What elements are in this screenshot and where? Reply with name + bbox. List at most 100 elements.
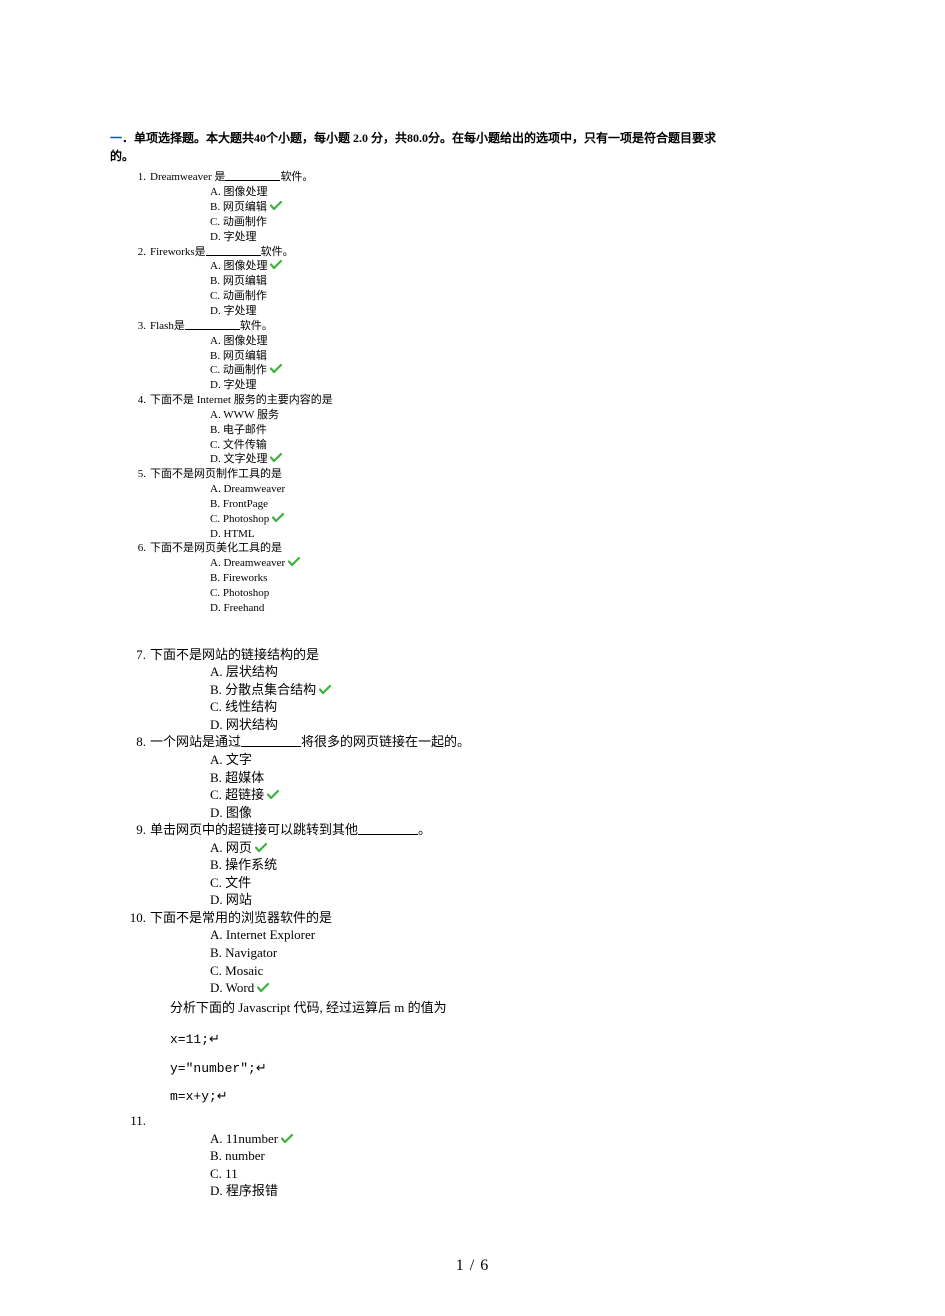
section-label: ．单项选择题。 xyxy=(122,131,206,145)
option: C. 动画制作 xyxy=(210,215,835,230)
option-text: 字处理 xyxy=(223,379,256,391)
option-text: 文字处理 xyxy=(223,453,267,465)
question: 9.单击网页中的超链接可以跳转到其他。A. 网页B. 操作系统C. 文件D. 网… xyxy=(150,821,835,909)
option: B. FrontPage xyxy=(210,497,835,512)
option-letter: A. xyxy=(210,1131,226,1146)
section-body-line1: 本大题共40个小题，每小题 2.0 分，共80.0分。在每小题给出的选项中，只有… xyxy=(206,131,716,145)
option-text: 图像 xyxy=(226,805,252,820)
option-text: 图像处理 xyxy=(223,260,267,272)
question-stem-before: Flash是 xyxy=(150,320,185,332)
option: A. 层状结构 xyxy=(210,663,835,681)
option: A. 图像处理 xyxy=(210,334,835,349)
check-icon xyxy=(255,843,267,853)
option-text: Dreamweaver xyxy=(223,483,285,495)
option: A. 文字 xyxy=(210,751,835,769)
option: B. 网页编辑 xyxy=(210,274,835,289)
option: C. 11 xyxy=(210,1165,835,1183)
option-text: 字处理 xyxy=(223,231,256,243)
option-text: Internet Explorer xyxy=(226,927,315,942)
option-letter: B. xyxy=(210,945,225,960)
code-line: x=11;↵ xyxy=(170,1026,835,1055)
check-icon xyxy=(288,557,300,567)
option-text: 图像处理 xyxy=(223,335,267,347)
question: 6.下面不是网页美化工具的是A. DreamweaverB. Fireworks… xyxy=(150,541,835,615)
option-letter: B. xyxy=(210,682,225,697)
option-list: A. 图像处理B. 网页编辑C. 动画制作D. 字处理 xyxy=(210,185,835,244)
option-letter: A. xyxy=(210,752,226,767)
question-group-large: 7.下面不是网站的链接结构的是A. 层状结构B. 分散点集合结构C. 线性结构D… xyxy=(110,646,835,997)
option: A. 网页 xyxy=(210,839,835,857)
option-text: 11number xyxy=(226,1131,278,1146)
option-text: Fireworks xyxy=(223,572,268,584)
option-letter: B. xyxy=(210,498,223,510)
check-icon xyxy=(272,513,284,523)
option-letter: D. xyxy=(210,231,223,243)
question-number: 1. xyxy=(120,170,150,185)
question-stem-line: 6.下面不是网页美化工具的是 xyxy=(150,541,835,556)
option-letter: B. xyxy=(210,857,225,872)
question-stem-line: 1.Dreamweaver 是软件。 xyxy=(150,170,835,185)
option-list: A. 图像处理B. 网页编辑C. 动画制作D. 字处理 xyxy=(210,259,835,318)
option-text: Mosaic xyxy=(225,963,263,978)
option-list: A. 文字B. 超媒体C. 超链接D. 图像 xyxy=(210,751,835,821)
option: D. 字处理 xyxy=(210,304,835,319)
option-text: 电子邮件 xyxy=(223,424,267,436)
option-letter: B. xyxy=(210,770,225,785)
option-letter: A. xyxy=(210,664,226,679)
question-stem-before: Dreamweaver 是 xyxy=(150,171,225,183)
question-stem-line: 3.Flash是软件。 xyxy=(150,319,835,334)
option-letter: C. xyxy=(210,513,223,525)
question: 3.Flash是软件。A. 图像处理B. 网页编辑C. 动画制作D. 字处理 xyxy=(150,319,835,393)
option: D. 图像 xyxy=(210,804,835,822)
option-letter: C. xyxy=(210,216,223,228)
question: 7.下面不是网站的链接结构的是A. 层状结构B. 分散点集合结构C. 线性结构D… xyxy=(150,646,835,734)
question-stem-before: 单击网页中的超链接可以跳转到其他 xyxy=(150,822,358,837)
option-letter: A. xyxy=(210,260,223,272)
option-text: FrontPage xyxy=(223,498,268,510)
option-letter: A. xyxy=(210,483,223,495)
option-text: 动画制作 xyxy=(223,290,267,302)
check-icon xyxy=(281,1134,293,1144)
option-text: 超链接 xyxy=(225,787,264,802)
question-stem-line: 8.一个网站是通过将很多的网页链接在一起的。 xyxy=(150,733,835,751)
question-stem-line: 7.下面不是网站的链接结构的是 xyxy=(150,646,835,664)
option-text: 层状结构 xyxy=(226,664,278,679)
blank-underline xyxy=(206,255,261,256)
section-heading: 一．单项选择题。本大题共40个小题，每小题 2.0 分，共80.0分。在每小题给… xyxy=(110,130,835,146)
page-current: 1 xyxy=(456,1257,465,1274)
option-text: 网页编辑 xyxy=(223,275,267,287)
option: C. 线性结构 xyxy=(210,698,835,716)
option: A. 图像处理 xyxy=(210,259,835,274)
option-text: WWW 服务 xyxy=(223,409,279,421)
option-list: A. WWW 服务B. 电子邮件C. 文件传输D. 文字处理 xyxy=(210,408,835,467)
blank-underline xyxy=(185,329,240,330)
question-number: 4. xyxy=(120,393,150,408)
option-letter: D. xyxy=(210,980,226,995)
option: C. 文件传输 xyxy=(210,438,835,453)
option-letter: C. xyxy=(210,290,223,302)
option-letter: C. xyxy=(210,699,225,714)
check-icon xyxy=(270,201,282,211)
option-letter: D. xyxy=(210,717,226,732)
page-footer: 1 / 6 xyxy=(110,1255,835,1277)
question-stem-after: 软件。 xyxy=(261,246,294,258)
option-letter: C. xyxy=(210,787,225,802)
option-text: 图像处理 xyxy=(223,186,267,198)
option-text: 操作系统 xyxy=(225,857,277,872)
option-letter: A. xyxy=(210,557,223,569)
question-stem-before: 下面不是 Internet 服务的主要内容的是 xyxy=(150,394,333,406)
q11-code-block: x=11;↵y="number";↵m=x+y;↵ xyxy=(170,1026,835,1112)
option: B. 操作系统 xyxy=(210,856,835,874)
option: B. number xyxy=(210,1147,835,1165)
option-text: 程序报错 xyxy=(226,1183,278,1198)
check-icon xyxy=(319,685,331,695)
question-number: 11. xyxy=(120,1112,150,1130)
option-text: 网页编辑 xyxy=(223,201,267,213)
option-letter: A. xyxy=(210,409,223,421)
question-stem-line: 5.下面不是网页制作工具的是 xyxy=(150,467,835,482)
option-letter: B. xyxy=(210,350,223,362)
question-stem-before: 下面不是网站的链接结构的是 xyxy=(150,647,319,662)
check-icon xyxy=(267,790,279,800)
option-letter: B. xyxy=(210,424,223,436)
question-stem-before: 下面不是常用的浏览器软件的是 xyxy=(150,910,332,925)
